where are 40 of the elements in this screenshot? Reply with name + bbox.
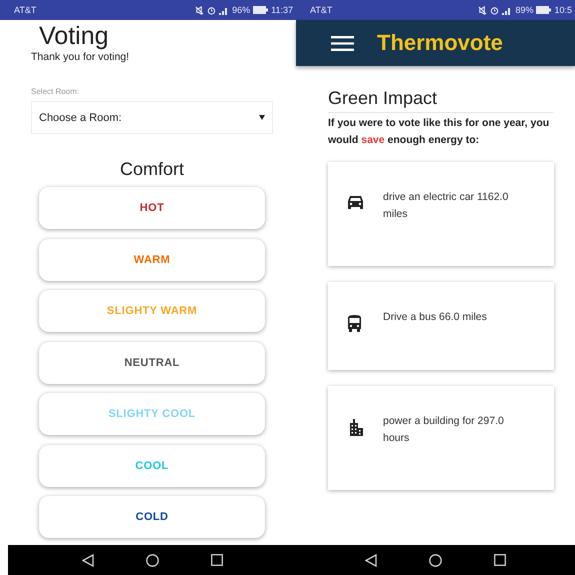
alarm-icon: [207, 6, 216, 14]
impact-text: power a building for 297.0 hours: [383, 414, 505, 446]
mute-icon: [195, 6, 204, 14]
impact-text: drive an electric car 1162.0 miles: [383, 190, 510, 222]
app-title: Thermovote: [377, 30, 503, 56]
carrier-name: AT&T: [310, 5, 332, 15]
bus-icon: [347, 315, 362, 332]
dropdown-caret-icon: [259, 115, 265, 120]
thank-you-message: Thank you for voting!: [31, 51, 130, 63]
mute-icon: [478, 6, 488, 14]
battery-icon: [253, 6, 268, 14]
impact-intro: If you were to vote like this for one year, you would save enough energy to:: [328, 116, 550, 148]
battery-icon: [536, 6, 552, 14]
room-select[interactable]: Choose a Room:: [31, 101, 273, 134]
back-icon[interactable]: [82, 554, 94, 566]
signal-icon: [219, 6, 230, 14]
carrier-name: AT&T: [14, 5, 36, 15]
vote-option-button[interactable]: NEUTRAL: [39, 342, 265, 384]
page-title: Voting: [39, 22, 110, 50]
vote-option-button[interactable]: COLD: [39, 496, 265, 538]
section-heading: Green Impact: [328, 88, 553, 113]
vote-option-button[interactable]: HOT: [39, 187, 265, 229]
section-title: Comfort: [118, 159, 185, 179]
back-icon[interactable]: [365, 554, 377, 566]
field-label: Select Room:: [31, 87, 80, 96]
impact-text: Drive a bus 66.0 miles: [383, 310, 487, 325]
battery-percent: 89%: [515, 5, 534, 15]
home-icon[interactable]: [146, 554, 158, 566]
recents-icon[interactable]: [210, 554, 222, 566]
menu-icon[interactable]: [331, 36, 354, 50]
alarm-icon: [490, 6, 500, 14]
clock-time: 11:37: [271, 5, 293, 15]
battery-percent: 96%: [232, 5, 250, 15]
clock-time: 10:5: [554, 5, 572, 15]
home-icon[interactable]: [429, 554, 442, 566]
vote-option-button[interactable]: WARM: [39, 238, 265, 280]
car-icon: [347, 195, 364, 209]
building-icon: [347, 419, 363, 436]
recents-icon[interactable]: [494, 554, 506, 566]
signal-icon: [502, 6, 512, 14]
